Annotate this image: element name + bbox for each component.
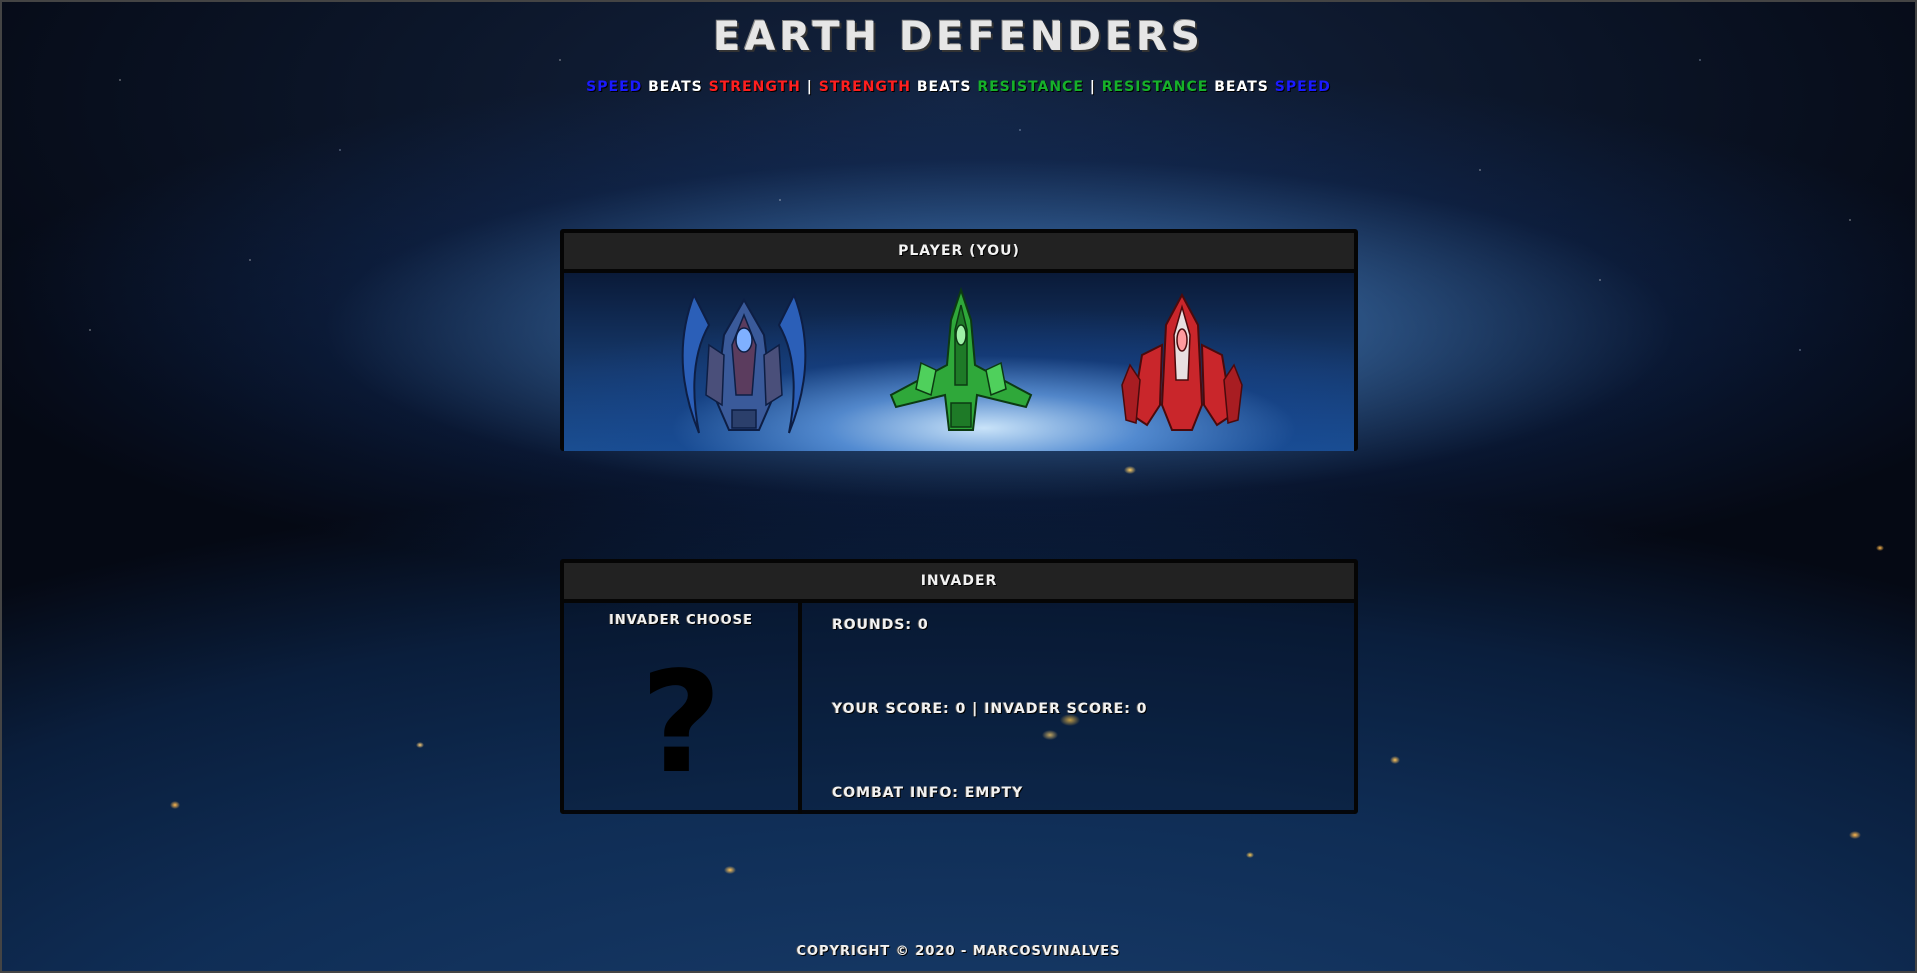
- rounds-counter: ROUNDS: 0: [832, 617, 929, 633]
- strength-ship-button[interactable]: [1102, 285, 1262, 435]
- invader-panel-header: INVADER: [564, 563, 1354, 603]
- player-panel: PLAYER (YOU): [560, 229, 1358, 451]
- rule-segment: BEATS: [648, 79, 703, 95]
- game-title: EARTH DEFENDERS: [713, 14, 1204, 60]
- score-display: YOUR SCORE: 0 | INVADER SCORE: 0: [832, 701, 1148, 717]
- invader-panel: INVADER INVADER CHOOSE ? ROUNDS: 0 YOUR …: [560, 559, 1358, 814]
- rule-segment: SPEED: [1274, 79, 1331, 95]
- rule-segment: RESISTANCE: [1101, 79, 1209, 95]
- green-spaceship-icon: [889, 286, 1033, 431]
- rule-segment: BEATS: [1214, 79, 1269, 95]
- earth-city-lights: [0, 0, 1917, 973]
- invader-choice-box: INVADER CHOOSE ?: [564, 603, 802, 814]
- rule-segment: RESISTANCE: [977, 79, 1084, 95]
- red-spaceship-icon: [1121, 292, 1243, 431]
- rule-segment: SPEED: [586, 79, 643, 95]
- speed-ship-button[interactable]: [664, 285, 824, 435]
- player-panel-header: PLAYER (YOU): [564, 233, 1354, 273]
- invader-panel-body: INVADER CHOOSE ? ROUNDS: 0 YOUR SCORE: 0…: [564, 603, 1354, 814]
- starfield-background: [0, 0, 1917, 973]
- copyright-footer: COPYRIGHT © 2020 - MARCOSVINALVES: [796, 944, 1121, 959]
- game-rules: SPEED BEATS STRENGTH | STRENGTH BEATS RE…: [0, 79, 1917, 95]
- page-frame: [0, 0, 1917, 973]
- rule-segment: BEATS: [916, 79, 972, 95]
- invader-choice-label: INVADER CHOOSE: [609, 613, 753, 628]
- rule-segment: STRENGTH: [708, 79, 801, 95]
- rule-separator: |: [1089, 79, 1096, 95]
- combat-info-box: ROUNDS: 0 YOUR SCORE: 0 | INVADER SCORE:…: [802, 603, 1354, 814]
- question-mark-icon: ?: [640, 642, 722, 805]
- ship-selection: [564, 273, 1354, 451]
- rule-segment: STRENGTH: [818, 79, 911, 95]
- combat-info-text: COMBAT INFO: EMPTY: [832, 785, 1024, 801]
- resistance-ship-button[interactable]: [881, 285, 1041, 435]
- blue-spaceship-icon: [681, 292, 807, 434]
- rule-separator: |: [806, 79, 813, 95]
